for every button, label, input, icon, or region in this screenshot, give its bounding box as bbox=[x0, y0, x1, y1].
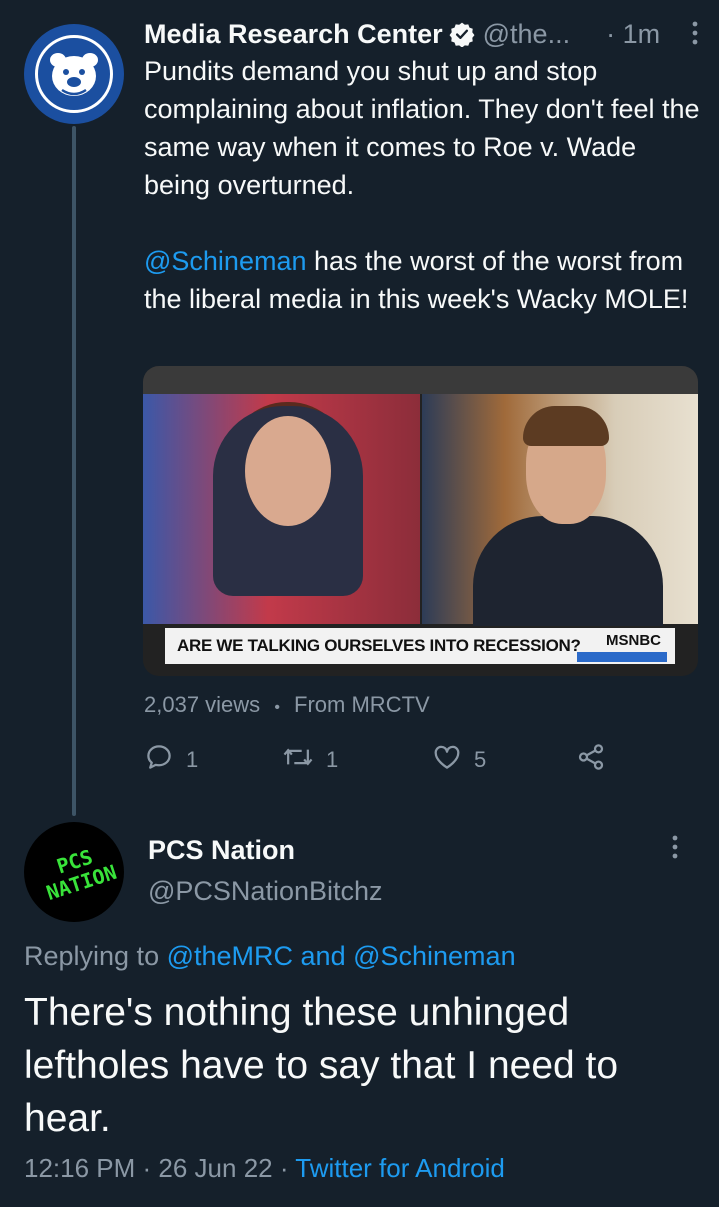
tweet-time[interactable]: 12:16 PM bbox=[24, 1153, 135, 1183]
heart-icon bbox=[432, 742, 462, 778]
news-chyron: ARE WE TALKING OURSELVES INTO RECESSION?… bbox=[165, 628, 675, 664]
media-source[interactable]: From MRCTV bbox=[294, 692, 430, 717]
footer-dot-1: · bbox=[135, 1153, 159, 1183]
chyron-sub-bar bbox=[577, 652, 667, 662]
tweet-footer: 12:16 PM · 26 Jun 22 · Twitter for Andro… bbox=[24, 1153, 505, 1184]
retweet-button[interactable]: 1 bbox=[282, 742, 338, 778]
media-meta: 2,037 views • From MRCTV bbox=[144, 692, 430, 718]
footer-dot-2: · bbox=[272, 1153, 296, 1183]
parent-tweet-header: Media Research Center @the... · 1m bbox=[144, 14, 704, 54]
parent-action-bar: 1 1 5 bbox=[144, 742, 614, 778]
replying-to: Replying to @theMRC and @Schineman bbox=[24, 941, 516, 972]
replying-mention-1[interactable]: @theMRC bbox=[167, 941, 293, 971]
video-top-bar bbox=[143, 366, 698, 394]
msnbc-logo: MSNBC bbox=[606, 632, 661, 649]
chyron-text: ARE WE TALKING OURSELVES INTO RECESSION? bbox=[177, 636, 581, 655]
reply-icon bbox=[144, 742, 174, 778]
share-button[interactable] bbox=[576, 742, 606, 778]
reply-display-name[interactable]: PCS Nation bbox=[148, 835, 295, 866]
parent-text-body: Pundits demand you shut up and stop comp… bbox=[144, 56, 700, 200]
woman-face bbox=[245, 416, 331, 526]
like-count: 5 bbox=[474, 747, 487, 772]
replying-and[interactable]: and bbox=[293, 941, 353, 971]
parent-display-name[interactable]: Media Research Center bbox=[144, 19, 443, 50]
replying-prefix: Replying to bbox=[24, 941, 167, 971]
more-vertical-icon[interactable] bbox=[690, 20, 700, 53]
reply-count: 1 bbox=[186, 747, 199, 772]
view-count: 2,037 views bbox=[144, 692, 261, 717]
parent-time: · 1m bbox=[606, 18, 661, 49]
parent-time-value: 1m bbox=[622, 18, 661, 49]
like-button[interactable]: 5 bbox=[432, 742, 486, 778]
man-body bbox=[473, 516, 663, 626]
video-thumbnail[interactable]: ARE WE TALKING OURSELVES INTO RECESSION?… bbox=[143, 366, 698, 676]
tweet-date[interactable]: 26 Jun 22 bbox=[158, 1153, 272, 1183]
mrc-avatar[interactable] bbox=[24, 24, 124, 124]
replying-mention-2[interactable]: @Schineman bbox=[353, 941, 516, 971]
retweet-icon bbox=[282, 742, 314, 778]
verified-badge-icon bbox=[449, 21, 475, 47]
bulldog-logo-icon bbox=[35, 35, 113, 113]
parent-tweet-text: Pundits demand you shut up and stop comp… bbox=[144, 52, 704, 318]
pcs-nation-avatar[interactable]: PCS NATION bbox=[24, 822, 124, 922]
tweet-client[interactable]: Twitter for Android bbox=[295, 1153, 505, 1183]
man-hair bbox=[523, 406, 609, 446]
mention-link[interactable]: @Schineman bbox=[144, 246, 307, 276]
more-vertical-icon[interactable] bbox=[670, 834, 680, 865]
reply-button[interactable]: 1 bbox=[144, 742, 198, 778]
meta-separator: • bbox=[274, 699, 280, 716]
reply-tweet-text: There's nothing these unhinged leftholes… bbox=[24, 991, 619, 1140]
parent-handle[interactable]: @the... bbox=[483, 19, 570, 50]
reply-handle[interactable]: @PCSNationBitchz bbox=[148, 876, 383, 907]
thread-connector-line bbox=[72, 126, 76, 816]
pcs-logo: PCS NATION bbox=[26, 836, 124, 908]
retweet-count: 1 bbox=[326, 747, 339, 772]
share-icon bbox=[576, 742, 606, 778]
